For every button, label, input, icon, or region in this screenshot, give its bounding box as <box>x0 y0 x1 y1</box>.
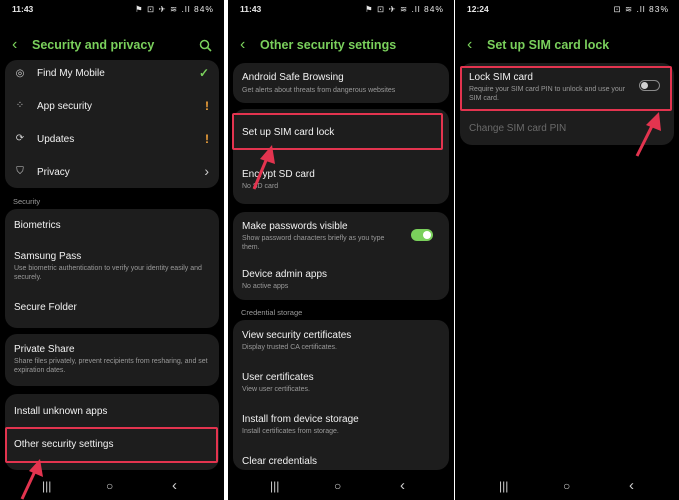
item-label: Private Share <box>14 344 75 355</box>
item-label: Find My Mobile <box>37 68 105 79</box>
item-label: Android Safe Browsing <box>242 72 344 83</box>
status-time: 11:43 <box>12 4 34 14</box>
top-settings-card: ◎ Find My Mobile ✓ ⁘ App security ! ⟳ Up… <box>5 60 219 188</box>
credential-card: View security certificates Display trust… <box>233 320 449 470</box>
item-description: Share files privately, prevent recipient… <box>14 358 208 374</box>
chevron-right-icon: › <box>204 163 209 179</box>
item-label: Device admin apps <box>242 269 328 280</box>
item-label: App security <box>37 101 93 112</box>
list-item-updates[interactable]: ⟳ Updates ! <box>5 126 219 154</box>
item-label: Change SIM card PIN <box>469 123 567 134</box>
list-item-android-safe-browsing[interactable]: Android Safe Browsing Get alerts about t… <box>233 63 449 103</box>
status-bar: 11:43 ⚑ ⊡ ✈ ≋ .ll 84% <box>228 0 454 18</box>
navigation-bar: ||| ○ ‹ <box>0 474 224 500</box>
status-time: 11:43 <box>240 4 262 14</box>
shield-icon: ⛉ <box>16 166 24 177</box>
back-button[interactable]: ‹ <box>400 477 405 494</box>
item-description: Get alerts about threats from dangerous … <box>242 87 396 94</box>
back-button[interactable]: ‹ <box>629 477 634 494</box>
item-label: Install from device storage <box>242 414 359 425</box>
status-time: 12:24 <box>467 4 489 14</box>
warning-icon: ! <box>205 132 209 146</box>
status-bar: 12:24 ⊡ ≋ .ll 83% <box>455 0 679 18</box>
item-description: Display trusted CA certificates. <box>242 344 337 351</box>
item-label: View security certificates <box>242 330 352 341</box>
toggle-knob <box>423 231 431 239</box>
warning-icon: ! <box>205 99 209 113</box>
search-icon[interactable] <box>199 39 212 52</box>
app-header: ‹ Other security settings <box>228 34 454 58</box>
panel-set-up-sim-card-lock: 12:24 ⊡ ≋ .ll 83% ‹ Set up SIM card lock… <box>455 0 679 500</box>
item-label: Clear credentials <box>242 456 318 467</box>
highlight-box <box>460 66 672 111</box>
page-title: Other security settings <box>260 38 397 52</box>
list-item-app-security[interactable]: ⁘ App security ! <box>5 93 219 121</box>
recents-button[interactable]: ||| <box>42 479 51 493</box>
list-item-biometrics[interactable]: Biometrics <box>5 209 219 241</box>
pointer-arrow-icon <box>252 145 275 190</box>
recents-button[interactable]: ||| <box>499 479 508 493</box>
passwords-admin-card: Make passwords visible Show password cha… <box>233 212 449 300</box>
location-icon: ◎ <box>15 68 25 79</box>
back-button[interactable]: ‹ <box>172 477 177 494</box>
item-label: Updates <box>37 134 75 145</box>
status-icons: ⊡ ≋ .ll 83% <box>613 4 669 14</box>
private-share-card: Private Share Share files privately, pre… <box>5 334 219 386</box>
back-arrow-icon[interactable]: ‹ <box>12 37 17 53</box>
home-button[interactable]: ○ <box>106 479 113 493</box>
list-item-view-security-certificates[interactable]: View security certificates Display trust… <box>233 320 449 360</box>
list-item-make-passwords-visible[interactable]: Make passwords visible Show password cha… <box>233 212 449 256</box>
navigation-bar: ||| ○ ‹ <box>228 474 454 500</box>
item-label: Biometrics <box>14 220 61 231</box>
list-item-secure-folder[interactable]: Secure Folder <box>5 293 219 325</box>
list-item-find-my-mobile[interactable]: ◎ Find My Mobile ✓ <box>5 60 219 88</box>
pointer-arrow-icon <box>635 112 661 157</box>
item-label: User certificates <box>242 372 314 383</box>
list-item-user-certificates[interactable]: User certificates View user certificates… <box>233 362 449 402</box>
home-button[interactable]: ○ <box>334 479 341 493</box>
item-description: No active apps <box>242 283 289 290</box>
list-item-clear-credentials[interactable]: Clear credentials <box>233 446 449 470</box>
home-button[interactable]: ○ <box>563 479 570 493</box>
item-label: Secure Folder <box>14 302 77 313</box>
item-description: Install certificates from storage. <box>242 428 339 435</box>
status-icons: ⚑ ⊡ ✈ ≋ .ll 84% <box>365 4 444 14</box>
passwords-visible-toggle[interactable] <box>411 229 433 241</box>
page-title: Set up SIM card lock <box>487 38 610 52</box>
app-header: ‹ Security and privacy <box>0 34 224 58</box>
recents-button[interactable]: ||| <box>270 479 279 493</box>
status-icons: ⚑ ⊡ ✈ ≋ .ll 84% <box>135 4 214 14</box>
security-card: Biometrics Samsung Pass Use biometric au… <box>5 209 219 328</box>
list-item-private-share[interactable]: Private Share Share files privately, pre… <box>5 334 219 386</box>
check-icon: ✓ <box>198 66 209 80</box>
item-description: View user certificates. <box>242 386 310 393</box>
panel-security-and-privacy: 11:43 ⚑ ⊡ ✈ ≋ .ll 84% ‹ Security and pri… <box>0 0 224 500</box>
item-label: Make passwords visible <box>242 221 348 232</box>
item-description: Show password characters briefly as you … <box>242 235 385 251</box>
back-arrow-icon[interactable]: ‹ <box>467 37 472 53</box>
list-item-install-from-device-storage[interactable]: Install from device storage Install cert… <box>233 404 449 444</box>
item-label: Install unknown apps <box>14 406 108 417</box>
safe-browsing-card: Android Safe Browsing Get alerts about t… <box>233 63 449 103</box>
update-icon: ⟳ <box>15 133 25 144</box>
list-item-privacy[interactable]: ⛉ Privacy › <box>5 159 219 187</box>
list-item-install-unknown-apps[interactable]: Install unknown apps <box>5 394 219 428</box>
item-description: Use biometric authentication to verify y… <box>14 265 202 281</box>
back-arrow-icon[interactable]: ‹ <box>240 37 245 53</box>
app-header: ‹ Set up SIM card lock <box>455 34 679 58</box>
apps-icon: ⁘ <box>15 100 25 111</box>
panel-other-security-settings: 11:43 ⚑ ⊡ ✈ ≋ .ll 84% ‹ Other security s… <box>228 0 454 500</box>
section-header-security: Security <box>13 197 41 206</box>
status-bar: 11:43 ⚑ ⊡ ✈ ≋ .ll 84% <box>0 0 224 18</box>
navigation-bar: ||| ○ ‹ <box>455 474 679 500</box>
page-title: Security and privacy <box>32 38 155 52</box>
section-header-credential-storage: Credential storage <box>241 308 303 317</box>
list-item-device-admin-apps[interactable]: Device admin apps No active apps <box>233 260 449 300</box>
item-label: Privacy <box>37 167 70 178</box>
item-label: Samsung Pass <box>14 251 82 262</box>
list-item-samsung-pass[interactable]: Samsung Pass Use biometric authenticatio… <box>5 245 219 289</box>
